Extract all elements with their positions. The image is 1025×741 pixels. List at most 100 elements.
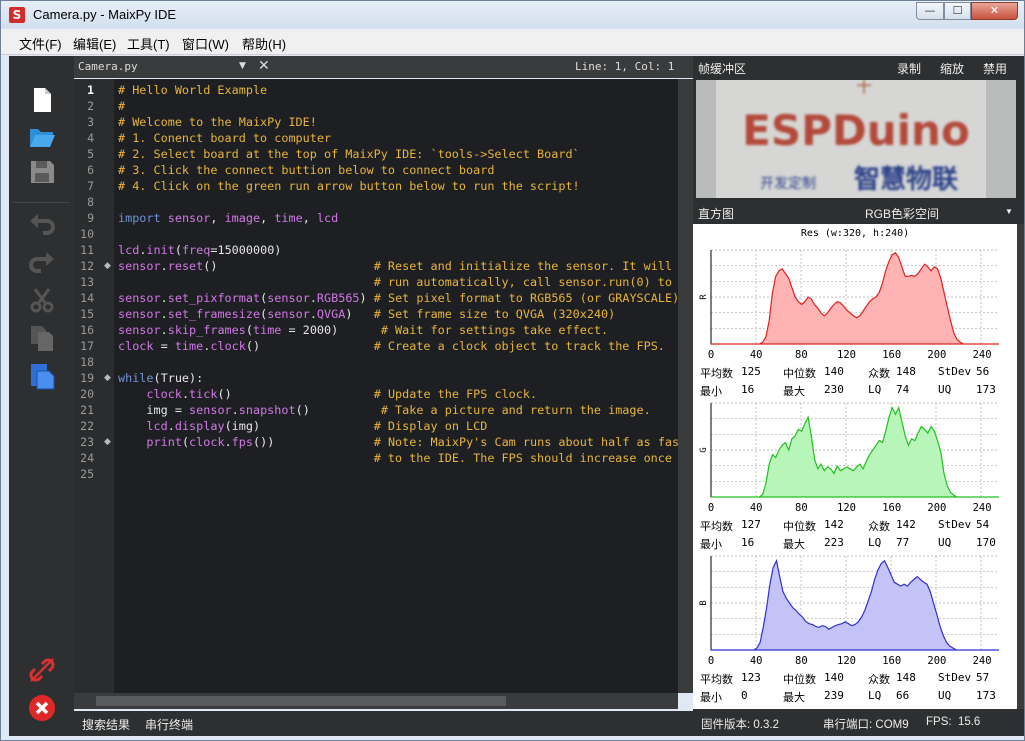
open-file-button[interactable] [22, 118, 62, 154]
stat-uq: 173 [976, 689, 996, 702]
redo-button[interactable] [22, 244, 62, 280]
serial-port: 串行端口: COM9 [823, 719, 909, 731]
copy-button[interactable] [22, 320, 62, 356]
fold-marker-icon[interactable]: ◆ [104, 261, 111, 271]
code-line: clock = time.clock() # Create a clock ob… [118, 339, 665, 353]
scrollbar-thumb[interactable] [96, 696, 506, 706]
menu-window[interactable]: 窗口(W) [182, 34, 229, 53]
code-line: # to the IDE. The FPS should increase on… [373, 451, 672, 465]
resolution-label: Res (w:320, h:240) [800, 228, 910, 239]
line-number-gutter: 1 2 3 4 5 6 7 8 9 10 11 12 13 14 15 16 17 18 19 20 21 22 23 24 2… [74, 79, 114, 693]
svg-text:十: 十 [856, 80, 872, 96]
line-number: 19 [80, 371, 94, 385]
line-number: 16 [80, 323, 94, 337]
code-line: # [118, 99, 126, 113]
code-line: # Welcome to the MaixPy IDE! [118, 115, 317, 129]
code-line: sensor.skip_frames(time = 2000) # Wait f… [118, 323, 609, 337]
new-file-button[interactable] [22, 82, 62, 118]
code-line: # run automatically, call sensor.run(0) … [373, 275, 678, 289]
stat-median-label: 中位数 [783, 520, 816, 533]
cut-button[interactable] [22, 282, 62, 318]
x-tick-label: 160 [882, 349, 901, 361]
paste-button[interactable] [22, 358, 62, 394]
histogram-stats: 平均数 127 中位数 142 众数 142 StDev 54 最小 16 最大 223 LQ 77 UQ 1… [693, 515, 1017, 551]
line-number: 10 [80, 227, 94, 241]
x-tick-label: 200 [927, 502, 946, 514]
x-tick-label: 40 [750, 502, 763, 514]
code-line: # Hello World Example [118, 83, 268, 97]
save-file-button[interactable] [22, 154, 62, 190]
stat-max-label: 最大 [783, 691, 805, 704]
zoom-button[interactable]: 缩放 [940, 60, 964, 77]
chevron-down-icon[interactable]: ▼ [239, 61, 246, 71]
line-number: 21 [80, 403, 94, 417]
stat-max: 239 [824, 689, 844, 702]
stat-mode-label: 众数 [868, 367, 890, 380]
undo-button[interactable] [22, 206, 62, 242]
axis-label: R [699, 294, 709, 300]
stat-median-label: 中位数 [783, 673, 816, 686]
menu-edit[interactable]: 编辑(E) [73, 34, 116, 53]
svg-text:开发定制: 开发定制 [760, 176, 816, 192]
fold-marker-icon[interactable]: ◆ [104, 437, 111, 447]
histogram-chart-G: G 0 40 80 120 160 200 240 [699, 402, 999, 514]
menu-bar: 文件(F) 编辑(E) 工具(T) 窗口(W) 帮助(H) [1, 29, 1024, 55]
line-number: 18 [80, 355, 94, 369]
fold-marker-icon[interactable]: ◆ [104, 373, 111, 383]
line-number: 17 [80, 339, 94, 353]
line-number: 5 [87, 147, 94, 161]
disconnected-link-icon [29, 658, 55, 682]
connect-button[interactable] [22, 652, 62, 688]
stat-min: 0 [741, 689, 748, 702]
app-window: S Camera.py - MaixPy IDE — ☐ ✕ 文件(F) 编辑(… [0, 0, 1025, 741]
stat-median-label: 中位数 [783, 367, 816, 380]
code-line: import sensor, image, time, lcd [118, 211, 339, 225]
stat-min-label: 最小 [700, 691, 722, 704]
histogram-area-R [711, 252, 999, 345]
stat-mode: 148 [896, 671, 916, 684]
code-line: sensor.set_framesize(sensor.QVGA) # Set … [118, 307, 616, 321]
histogram-chart-R: R 0 40 80 120 160 200 240 [699, 249, 999, 361]
stat-stdev: 57 [976, 671, 990, 684]
minimize-button[interactable]: — [916, 2, 944, 20]
maximize-button[interactable]: ☐ [944, 2, 971, 20]
line-number: 23 [80, 435, 94, 449]
copy-icon [31, 326, 53, 351]
tab-search-results[interactable]: 搜索结果 [82, 716, 130, 733]
close-file-icon[interactable]: ✕ [258, 58, 270, 74]
line-number: 3 [87, 115, 94, 129]
menu-file[interactable]: 文件(F) [19, 34, 62, 53]
stat-mean-label: 平均数 [700, 367, 733, 380]
line-number: 11 [80, 243, 94, 257]
chevron-down-icon[interactable]: ▼ [1005, 207, 1013, 216]
histogram-chart-B: B 0 40 80 120 160 200 240 [699, 555, 999, 667]
code-line: # 2. Select board at the top of MaixPy I… [118, 147, 580, 161]
code-editor[interactable]: # Hello World Example # # Welcome to the M… [114, 79, 678, 693]
x-tick-label: 160 [882, 502, 901, 514]
disable-button[interactable]: 禁用 [983, 60, 1007, 77]
close-window-button[interactable]: ✕ [971, 2, 1018, 20]
cursor-position: Line: 1, Col: 1 [575, 60, 675, 73]
code-line: clock.tick() # Update the FPS clock. [146, 387, 538, 401]
stat-median: 142 [824, 518, 844, 531]
file-selector[interactable]: Camera.py [78, 60, 138, 73]
x-tick-label: 120 [837, 502, 856, 514]
colorspace-dropdown[interactable]: RGB色彩空间 [865, 205, 939, 222]
stat-mean-label: 平均数 [700, 673, 733, 686]
fps-readout: FPS: 15.6 [926, 716, 981, 728]
line-number: 7 [87, 179, 94, 193]
editor-vertical-scrollbar[interactable] [678, 79, 693, 693]
record-button[interactable]: 录制 [897, 60, 921, 77]
code-line: # 4. Click on the green run arrow button… [118, 179, 580, 193]
stat-lq: 66 [896, 689, 910, 702]
x-tick-label: 80 [795, 502, 808, 514]
line-number: 25 [80, 467, 94, 481]
x-tick-label: 80 [795, 349, 808, 361]
menu-help[interactable]: 帮助(H) [242, 34, 286, 53]
menu-tools[interactable]: 工具(T) [127, 34, 170, 53]
x-tick-label: 0 [708, 655, 714, 667]
tab-serial-terminal[interactable]: 串行终端 [145, 716, 193, 733]
histogram-scrollbar[interactable] [1017, 224, 1024, 709]
run-stop-button[interactable] [22, 690, 62, 726]
x-tick-label: 120 [837, 349, 856, 361]
